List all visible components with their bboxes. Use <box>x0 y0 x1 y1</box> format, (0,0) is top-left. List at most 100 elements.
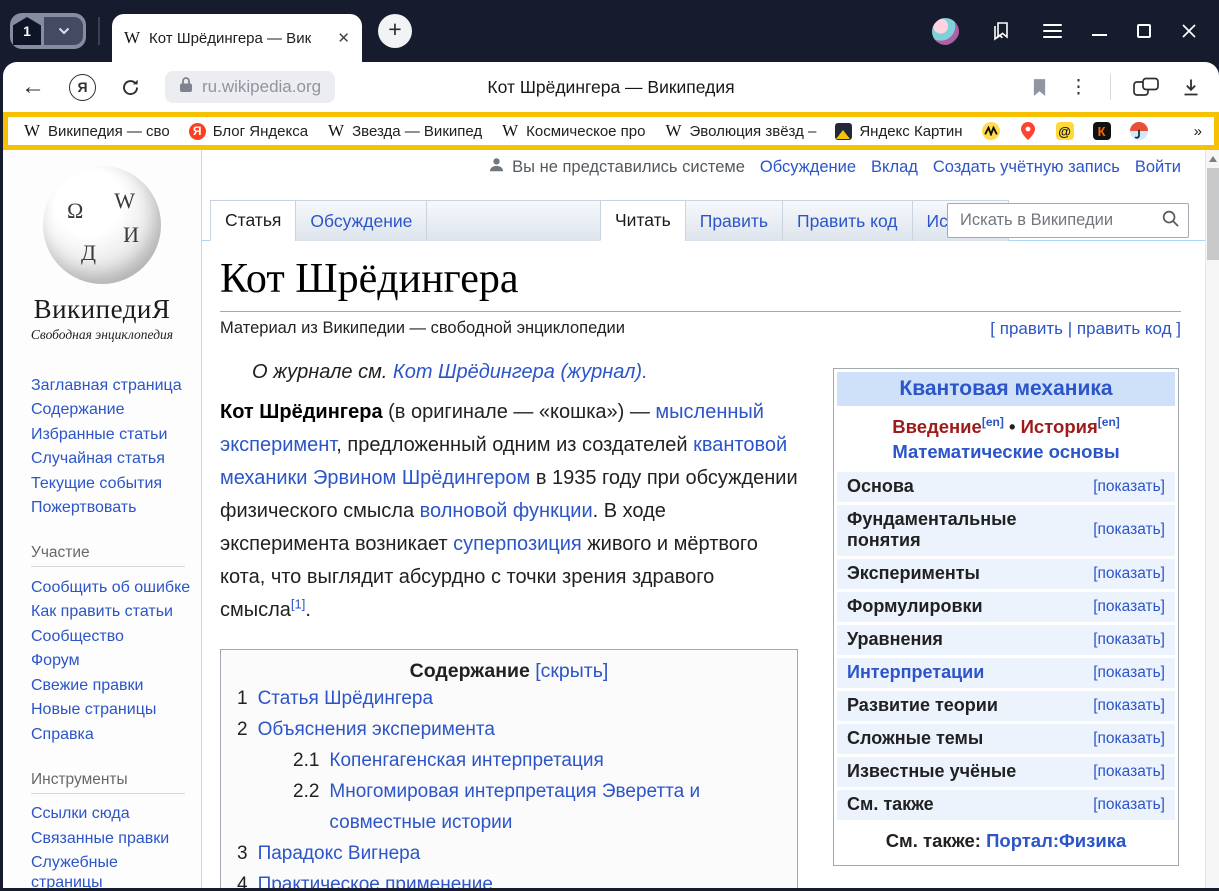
toc-item[interactable]: 2.1Копенгагенская интерпретация <box>293 745 781 776</box>
bookmark-item[interactable]: Яндекс Картин <box>835 123 962 140</box>
infobox-red-link[interactable]: Введение <box>892 416 982 437</box>
sidebar-item[interactable]: Случайная статья <box>3 447 201 472</box>
infobox-show-toggle[interactable]: [показать] <box>1093 598 1165 616</box>
wiki-tab-Обсуждение[interactable]: Обсуждение <box>295 200 427 241</box>
bookmark-flag-icon[interactable] <box>1032 78 1047 97</box>
bookmark-item[interactable]: @ <box>1056 122 1074 140</box>
wiki-tab-Статья[interactable]: Статья <box>210 200 296 241</box>
infobox-rows: Основа[показать]Фундаментальные понятия[… <box>837 472 1175 820</box>
sidebar-item[interactable]: Сообщить об ошибке <box>3 575 201 600</box>
interwiki-sup-link[interactable]: [en] <box>1098 415 1120 429</box>
lock-icon[interactable] <box>179 76 193 98</box>
bookmark-item[interactable] <box>982 122 1000 140</box>
scrollbar-thumb[interactable] <box>1207 168 1219 260</box>
sidebar-item[interactable]: Заглавная страница <box>3 373 201 398</box>
bookmark-item[interactable] <box>1019 122 1037 140</box>
article-link[interactable]: Эрвином Шрёдингером <box>313 467 530 489</box>
infobox-show-toggle[interactable]: [показать] <box>1093 565 1165 583</box>
wikipedia-wordmark[interactable]: ВикипедиЯ <box>3 294 201 325</box>
personal-link-3[interactable]: Войти <box>1135 158 1181 177</box>
wiki-tab-Править код[interactable]: Править код <box>782 200 913 241</box>
portal-physics-link[interactable]: Портал:Физика <box>986 830 1126 851</box>
article-link[interactable]: волновой функции <box>420 500 593 522</box>
sidebar-item[interactable]: Форум <box>3 649 201 674</box>
sidebar-item[interactable]: Новые страницы <box>3 698 201 723</box>
sidebar-item[interactable]: Служебные страницы <box>3 851 201 889</box>
tab-panels-icon[interactable] <box>989 20 1013 42</box>
bookmark-item[interactable] <box>1130 122 1148 140</box>
wiki-tab-Читать[interactable]: Читать <box>600 200 686 241</box>
sidebar-item[interactable]: Ссылки сюда <box>3 802 201 827</box>
infobox-show-toggle[interactable]: [показать] <box>1093 796 1165 814</box>
minimize-icon[interactable] <box>1092 34 1107 36</box>
sidebar-item[interactable]: Свежие правки <box>3 673 201 698</box>
address-bar[interactable]: ru.wikipedia.org <box>165 71 335 103</box>
bookmark-item[interactable]: WКосмическое про <box>501 122 645 140</box>
download-icon[interactable] <box>1181 77 1201 97</box>
infobox-row-label: Уравнения <box>847 629 943 650</box>
edit-source-link[interactable]: править код <box>1077 319 1172 338</box>
infobox-show-toggle[interactable]: [показать] <box>1093 478 1165 496</box>
sidebar-item[interactable]: Связанные правки <box>3 826 201 851</box>
profile-avatar[interactable] <box>932 18 959 45</box>
infobox-row-label[interactable]: Интерпретации <box>847 662 984 683</box>
bookmark-item[interactable]: WЭволюция звёзд – <box>664 122 816 140</box>
toc-item[interactable]: 2Объяснения эксперимента <box>237 714 781 745</box>
wikipedia-globe-logo[interactable]: Ω W И Д <box>43 166 161 284</box>
infobox-show-toggle[interactable]: [показать] <box>1093 664 1165 682</box>
bookmark-item[interactable]: » <box>1167 122 1202 140</box>
sidebar-item[interactable]: Сообщество <box>3 624 201 649</box>
back-button[interactable]: ← <box>21 75 45 99</box>
sidebar-item[interactable]: Пожертвовать <box>3 496 201 521</box>
infobox-red-link[interactable]: История <box>1021 416 1098 437</box>
chevron-down-icon[interactable] <box>44 17 83 45</box>
infobox-title[interactable]: Квантовая механика <box>837 372 1175 406</box>
personal-link-2[interactable]: Создать учётную запись <box>933 158 1120 177</box>
new-tab-button[interactable]: + <box>378 14 412 48</box>
maximize-icon[interactable] <box>1137 24 1151 38</box>
infobox-show-toggle[interactable]: [показать] <box>1093 697 1165 715</box>
interwiki-sup-link[interactable]: [en] <box>982 415 1004 429</box>
sidebar-item[interactable]: Текущие события <box>3 471 201 496</box>
bookmark-item[interactable]: ЯБлог Яндекса <box>189 123 308 140</box>
toc-item[interactable]: 4Практическое применение <box>237 869 781 888</box>
wiki-tab-Править[interactable]: Править <box>685 200 783 241</box>
toc-item[interactable]: 3Парадокс Вигнера <box>237 838 781 869</box>
reload-icon[interactable] <box>120 77 141 98</box>
toc-item[interactable]: 2.2Многомировая интерпретация Эверетта и… <box>293 776 781 838</box>
sidebar-item[interactable]: Справка <box>3 722 201 747</box>
more-options-icon[interactable]: ⋮ <box>1069 76 1088 99</box>
hatnote-link[interactable]: Кот Шрёдингера (журнал). <box>393 361 648 383</box>
tab-group-button[interactable]: 1 <box>10 13 86 49</box>
sidebar-item[interactable]: Избранные статьи <box>3 422 201 447</box>
reference-link[interactable]: [1] <box>291 596 305 611</box>
wiki-search-box[interactable] <box>947 203 1189 238</box>
bookmark-item[interactable]: WЗвезда — Википед <box>327 122 482 140</box>
infobox-show-toggle[interactable]: [показать] <box>1093 521 1165 539</box>
menu-icon[interactable] <box>1043 24 1062 38</box>
active-browser-tab[interactable]: W Кот Шрёдингера — Вик ✕ <box>112 14 362 62</box>
side-panels-icon[interactable] <box>1133 77 1159 97</box>
sidebar-item[interactable]: Содержание <box>3 398 201 423</box>
edit-link[interactable]: править <box>1000 319 1063 338</box>
personal-link-0[interactable]: Обсуждение <box>760 158 856 177</box>
infobox-show-toggle[interactable]: [показать] <box>1093 763 1165 781</box>
toc-hide-link[interactable]: [скрыть] <box>535 660 608 682</box>
url-text[interactable]: ru.wikipedia.org <box>202 77 321 97</box>
search-icon[interactable] <box>1161 209 1180 233</box>
bookmark-item[interactable]: К <box>1093 122 1111 140</box>
infobox-math-foundations-link[interactable]: Математические основы <box>837 439 1175 469</box>
infobox-show-toggle[interactable]: [показать] <box>1093 730 1165 748</box>
close-icon[interactable] <box>1181 23 1197 39</box>
personal-link-1[interactable]: Вклад <box>871 158 918 177</box>
bookmark-item[interactable]: WВикипедия — сво <box>23 122 170 140</box>
scroll-up-arrow-icon[interactable] <box>1209 156 1217 162</box>
tab-close-icon[interactable]: ✕ <box>337 29 350 47</box>
search-input[interactable] <box>958 210 1161 231</box>
article-link[interactable]: суперпозиция <box>453 533 582 555</box>
infobox-show-toggle[interactable]: [показать] <box>1093 631 1165 649</box>
sidebar-item[interactable]: Как править статьи <box>3 600 201 625</box>
yandex-button[interactable]: Я <box>69 74 96 101</box>
toc-item[interactable]: 1Статья Шрёдингера <box>237 683 781 714</box>
vertical-scrollbar[interactable] <box>1205 150 1219 888</box>
